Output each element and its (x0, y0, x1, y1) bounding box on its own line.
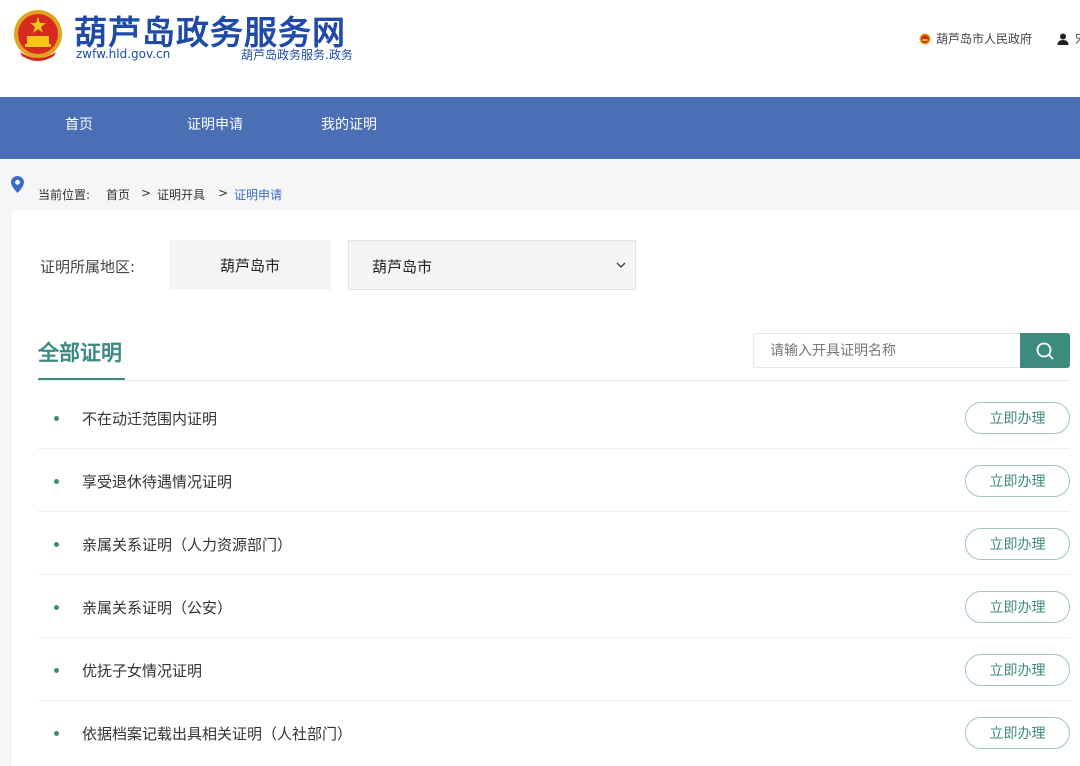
certificate-name: 亲属关系证明（人力资源部门） (82, 536, 293, 554)
bullet-dot (54, 542, 59, 547)
nav-my-certificates[interactable]: 我的证明 (321, 97, 377, 159)
section-divider (38, 380, 1070, 381)
bullet-dot (54, 605, 59, 610)
location-pin-icon (11, 176, 24, 193)
apply-now-button[interactable]: 立即办理 (965, 528, 1070, 560)
bullet-dot (54, 479, 59, 484)
site-slogan: 葫芦岛政务服务.政务 (241, 48, 353, 62)
chevron-down-icon (616, 262, 626, 269)
list-item: 亲属关系证明（人力资源部门） 立即办理 (38, 512, 1070, 575)
city-government-link[interactable]: 葫芦岛市人民政府 (919, 30, 1032, 47)
site-header: 葫芦岛政务服务网 zwfw.hld.gov.cn 葫芦岛政务服务.政务 葫芦岛市… (0, 0, 1080, 97)
certificate-search-input[interactable] (753, 333, 1021, 368)
certificate-name: 优抚子女情况证明 (82, 662, 203, 680)
breadcrumb-certificate-issue[interactable]: 证明开具 (157, 186, 205, 203)
region-label: 证明所属地区: (40, 258, 136, 276)
bullet-dot (54, 731, 59, 736)
active-tab-underline (38, 378, 125, 380)
certificate-name: 亲属关系证明（公安） (82, 599, 233, 617)
apply-now-button[interactable]: 立即办理 (965, 465, 1070, 497)
list-item: 优抚子女情况证明 立即办理 (38, 638, 1070, 701)
main-nav: 首页 证明申请 我的证明 (0, 97, 1080, 159)
site-domain: zwfw.hld.gov.cn (76, 47, 171, 61)
certificate-name: 不在动迁范围内证明 (82, 410, 218, 428)
bullet-dot (54, 416, 59, 421)
certificate-name: 享受退休待遇情况证明 (82, 473, 233, 491)
user-account-link[interactable]: 宋 (1057, 30, 1080, 47)
region-city-box: 葫芦岛市 (169, 240, 331, 290)
city-government-label: 葫芦岛市人民政府 (936, 32, 1033, 46)
apply-now-button[interactable]: 立即办理 (965, 717, 1070, 749)
breadcrumb-separator: > (141, 186, 152, 200)
region-city-text: 葫芦岛市 (219, 256, 280, 275)
breadcrumb: 当前位置: 首页 > 证明开具 > 证明申请 (0, 176, 1080, 206)
national-emblem-icon (14, 10, 62, 61)
certificate-name: 依据档案记载出具相关证明（人社部门） (82, 725, 353, 743)
certificate-list: 不在动迁范围内证明 立即办理 享受退休待遇情况证明 立即办理 亲属关系证明（人力… (38, 386, 1070, 764)
nav-certificate-apply[interactable]: 证明申请 (187, 97, 243, 159)
breadcrumb-home[interactable]: 首页 (106, 186, 130, 203)
nav-home[interactable]: 首页 (65, 97, 93, 159)
main-panel: 证明所属地区: 葫芦岛市 葫芦岛市 全部证明 不在动迁范围内证明 立即办理 享受… (12, 210, 1080, 766)
bullet-dot (54, 668, 59, 673)
breadcrumb-current: 证明申请 (234, 188, 283, 202)
search-button[interactable] (1020, 333, 1070, 368)
tab-all-certificates[interactable]: 全部证明 (38, 337, 122, 367)
region-select-value: 葫芦岛市 (372, 258, 433, 276)
search-icon (1036, 342, 1054, 360)
list-item: 不在动迁范围内证明 立即办理 (38, 386, 1070, 449)
city-emblem-icon (919, 33, 931, 44)
region-select[interactable]: 葫芦岛市 (348, 240, 636, 290)
apply-now-button[interactable]: 立即办理 (965, 654, 1070, 686)
breadcrumb-label: 当前位置: (38, 188, 91, 202)
list-item: 享受退休待遇情况证明 立即办理 (38, 449, 1070, 512)
breadcrumb-separator: > (218, 186, 229, 200)
apply-now-button[interactable]: 立即办理 (965, 591, 1070, 623)
list-item: 依据档案记载出具相关证明（人社部门） 立即办理 (38, 701, 1070, 764)
user-name: 宋 (1075, 30, 1080, 47)
list-item: 亲属关系证明（公安） 立即办理 (38, 575, 1070, 638)
user-icon (1057, 33, 1069, 45)
apply-now-button[interactable]: 立即办理 (965, 402, 1070, 434)
